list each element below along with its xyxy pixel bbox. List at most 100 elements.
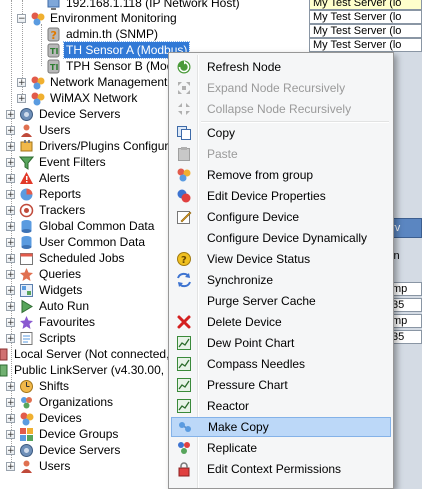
server-row[interactable]: My Test Server (lo [309, 24, 422, 38]
tree-node-label: Alerts [39, 171, 70, 185]
organizations-icon [19, 395, 34, 410]
expand-toggle[interactable]: + [6, 301, 15, 311]
expand-toggle[interactable]: + [6, 317, 15, 327]
tree-node-public-users[interactable]: + Users [6, 458, 72, 474]
expand-toggle[interactable]: + [17, 77, 26, 87]
menu-item-configure-dynamically[interactable]: Configure Device Dynamically [171, 228, 391, 248]
collapse-icon [175, 100, 193, 118]
menu-item-configure-device[interactable]: Configure Device [171, 207, 391, 227]
tree-node-device-servers[interactable]: + Device Servers [6, 106, 122, 122]
expand-toggle[interactable]: + [6, 269, 15, 279]
svg-text:TI: TI [50, 47, 58, 56]
expand-toggle[interactable]: + [6, 205, 15, 215]
menu-item-make-copy[interactable]: Make Copy [171, 417, 391, 437]
server-row[interactable]: My Test Server (lo [309, 38, 422, 52]
devices-icon [19, 411, 34, 426]
tree-node-users[interactable]: + Users [6, 122, 72, 138]
tree-node-device-groups[interactable]: + Device Groups [6, 426, 120, 442]
expand-toggle[interactable]: + [6, 109, 15, 119]
menu-item-purge-server-cache[interactable]: Purge Server Cache [171, 291, 391, 311]
menu-item-label: Expand Node Recursively [207, 81, 346, 95]
tree-node-favourites[interactable]: + Favourites [6, 314, 97, 330]
tree-node-wimax-network[interactable]: + WiMAX Network [17, 90, 139, 106]
menu-item-label: Purge Server Cache [207, 294, 316, 308]
expand-toggle[interactable]: + [6, 157, 15, 167]
tree-node-label: Users [39, 123, 71, 137]
shifts-icon [19, 379, 34, 394]
expand-toggle[interactable]: + [6, 253, 15, 263]
tree-node-auto-run[interactable]: + Auto Run [6, 298, 91, 314]
context-menu[interactable]: Refresh Node Expand Node Recursively Col… [168, 52, 394, 489]
expand-toggle[interactable]: + [6, 461, 15, 471]
menu-item-paste: Paste [171, 144, 391, 164]
host-icon [46, 0, 61, 11]
menu-item-label: Collapse Node Recursively [207, 102, 352, 116]
tree-node-devices[interactable]: + Devices [6, 410, 84, 426]
tree-node-trackers[interactable]: + Trackers [6, 202, 87, 218]
expand-toggle[interactable]: + [6, 237, 15, 247]
tree-node-reports[interactable]: + Reports [6, 186, 83, 202]
expand-toggle[interactable]: + [6, 189, 15, 199]
expand-toggle[interactable]: + [6, 285, 15, 295]
tree-node-environment-monitoring[interactable]: − Environment Monitoring [17, 10, 179, 26]
tree-node-label: Reports [39, 187, 82, 201]
menu-item-view-device-status[interactable]: ? View Device Status [171, 249, 391, 269]
expand-toggle[interactable]: + [6, 445, 15, 455]
users-icon [19, 123, 34, 138]
tree-node-event-filters[interactable]: + Event Filters [6, 154, 108, 170]
menu-item-dew-point-chart[interactable]: Dew Point Chart [171, 333, 391, 353]
tree-node-scripts[interactable]: + Scripts [6, 330, 78, 346]
expand-toggle[interactable]: + [6, 125, 15, 135]
tree-node-public-device-servers[interactable]: + Device Servers [6, 442, 122, 458]
menu-item-replicate[interactable]: Replicate [171, 438, 391, 458]
menu-item-pressure-chart[interactable]: Pressure Chart [171, 375, 391, 395]
device-groups-icon [19, 427, 34, 442]
server-row[interactable]: My Test Server (lo [309, 0, 422, 10]
menu-item-delete-device[interactable]: Delete Device [171, 312, 391, 332]
tree-node-widgets[interactable]: + Widgets [6, 282, 84, 298]
menu-item-label: Dew Point Chart [207, 336, 295, 350]
expand-toggle[interactable]: + [6, 141, 15, 151]
tree-node-queries[interactable]: + Queries [6, 266, 83, 282]
menu-item-edit-context-permissions[interactable]: Edit Context Permissions [171, 459, 391, 479]
chart-icon [175, 355, 193, 373]
menu-item-label: Edit Device Properties [207, 189, 326, 203]
expand-toggle[interactable]: + [6, 221, 15, 231]
expand-toggle[interactable]: + [6, 381, 15, 391]
expand-toggle[interactable]: + [6, 413, 15, 423]
expand-toggle[interactable]: + [17, 93, 26, 103]
menu-item-edit-device-properties[interactable]: Edit Device Properties [171, 186, 391, 206]
sensor-device-icon: TI [46, 43, 61, 58]
tree-node-global-common-data[interactable]: + Global Common Data [6, 218, 156, 234]
expand-toggle[interactable]: + [6, 333, 15, 343]
expand-toggle[interactable]: + [6, 397, 15, 407]
synchronize-icon [175, 271, 193, 289]
tree-node-label: Scripts [39, 331, 76, 345]
menu-item-reactor[interactable]: Reactor [171, 396, 391, 416]
tree-node-network-management[interactable]: + Network Management [17, 74, 169, 90]
tree-node-shifts[interactable]: + Shifts [6, 378, 71, 394]
unknown-device-icon: ? [46, 27, 61, 42]
sensor-device-icon: TI [46, 59, 61, 74]
svg-text:?: ? [181, 255, 187, 266]
tree-node-user-common-data[interactable]: + User Common Data [6, 234, 147, 250]
menu-item-collapse-recursively: Collapse Node Recursively [171, 99, 391, 119]
tree-node-organizations[interactable]: + Organizations [6, 394, 115, 410]
tree-node-local-server[interactable]: Local Server (Not connected, 192 [0, 346, 195, 362]
tree-node-scheduled-jobs[interactable]: + Scheduled Jobs [6, 250, 126, 266]
tree-node-public-linkserver[interactable]: Public LinkServer (v4.30.00, links [0, 362, 193, 378]
make-copy-icon [176, 418, 194, 436]
menu-item-copy[interactable]: Copy [171, 123, 391, 143]
menu-item-compass-needles[interactable]: Compass Needles [171, 354, 391, 374]
tree-node-label: Organizations [39, 395, 114, 409]
menu-item-label: Pressure Chart [207, 378, 288, 392]
collapse-toggle[interactable]: − [17, 13, 26, 23]
tree-node-alerts[interactable]: + Alerts [6, 170, 72, 186]
menu-item-remove-from-group[interactable]: Remove from group [171, 165, 391, 185]
expand-toggle[interactable]: + [6, 173, 15, 183]
server-row[interactable]: My Test Server (lo [309, 10, 422, 24]
expand-toggle[interactable]: + [6, 429, 15, 439]
tree-node-admin-th[interactable]: ? admin.th (SNMP) [46, 26, 160, 42]
menu-item-synchronize[interactable]: Synchronize [171, 270, 391, 290]
menu-item-refresh-node[interactable]: Refresh Node [171, 57, 391, 77]
